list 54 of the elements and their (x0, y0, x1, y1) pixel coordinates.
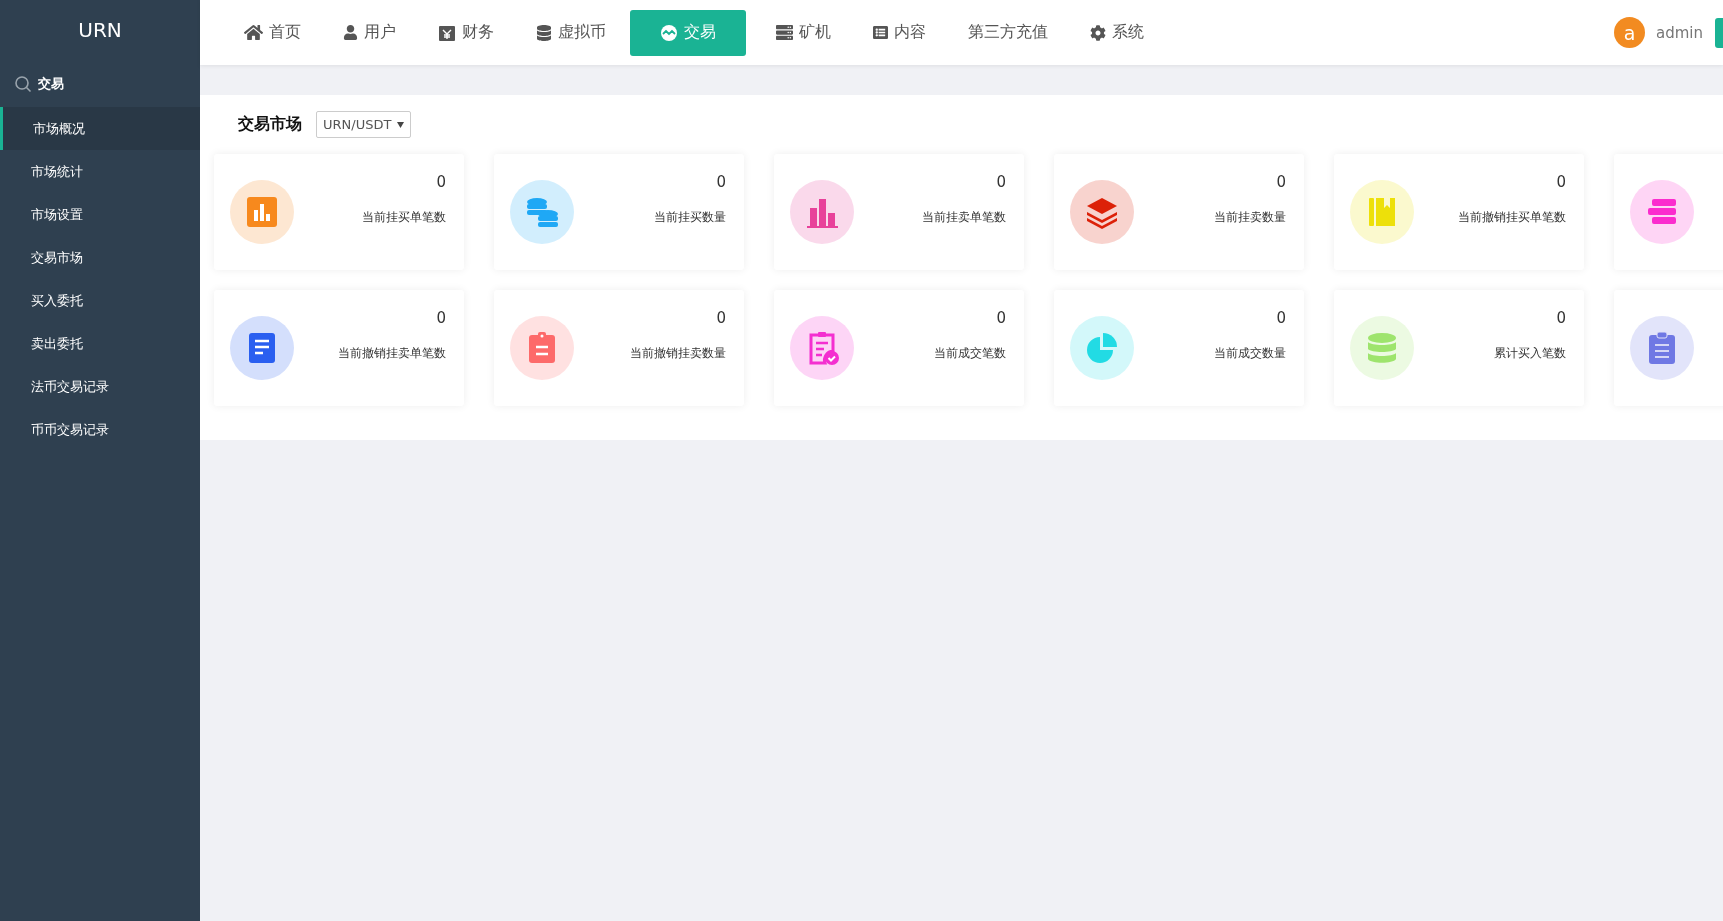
nav-tab[interactable]: 虚拟币 (518, 9, 624, 56)
header-button[interactable] (1715, 17, 1723, 48)
stat-label: 累计买入笔数 (1494, 344, 1566, 362)
stat-label: 当前挂卖数量 (1214, 208, 1286, 226)
brand-title: URN (77, 17, 123, 44)
user-icon (343, 25, 358, 40)
stat-value: 0 (1556, 308, 1566, 327)
stat-value: 0 (1276, 308, 1286, 327)
yen-box-icon (438, 23, 456, 42)
search-icon (14, 74, 32, 93)
panel-title: 交易市场 (238, 114, 302, 135)
stat-label: 当前挂买数量 (654, 208, 726, 226)
stat-value: 0 (996, 308, 1006, 327)
stat-label: 当前成交笔数 (934, 344, 1006, 362)
sidebar-item[interactable]: 法币交易记录 (0, 365, 200, 408)
nav-tab[interactable]: 首页 (226, 9, 319, 56)
nav-tab[interactable]: 内容 (855, 9, 944, 56)
sidebar-item[interactable]: 买入委托 (0, 279, 200, 322)
server-icon (776, 24, 793, 41)
sidebar-item[interactable]: 币币交易记录 (0, 408, 200, 451)
nav-tab[interactable]: 财务 (420, 9, 512, 56)
sidebar-item[interactable]: 市场设置 (0, 193, 200, 236)
pair-select[interactable]: URN/USDT (316, 111, 412, 138)
nav-tab[interactable]: 用户 (325, 9, 414, 56)
nav-tab[interactable]: 系统 (1072, 9, 1162, 56)
stat-value: 0 (1556, 172, 1566, 191)
stat-label: 当前挂买单笔数 (362, 208, 446, 226)
caret-icon (397, 121, 405, 128)
nav-tab[interactable]: 第三方充值 (950, 9, 1066, 56)
stat-label: 当前撤销挂卖数量 (630, 344, 726, 362)
section-title: 交易 (38, 74, 64, 93)
sidebar-item[interactable]: 卖出委托 (0, 322, 200, 365)
stat-value: 0 (436, 172, 446, 191)
stat-value: 0 (716, 308, 726, 327)
nav-tab[interactable]: 矿机 (758, 9, 849, 56)
wave-icon (660, 23, 678, 42)
settings-icon (1090, 24, 1106, 41)
sidebar-item[interactable]: 市场统计 (0, 150, 200, 193)
stat-value: 0 (1276, 172, 1286, 191)
stat-label: 当前成交数量 (1214, 344, 1286, 362)
stat-label: 当前撤销挂买单笔数 (1458, 208, 1566, 226)
list-icon (873, 25, 888, 40)
bar-chart-icon (244, 194, 280, 230)
sidebar-item[interactable]: 交易市场 (0, 236, 200, 279)
stat-label: 当前挂卖单笔数 (922, 208, 1006, 226)
home-icon (244, 23, 263, 42)
stat-value: 0 (996, 172, 1006, 191)
stat-label: 当前撤销挂卖单笔数 (338, 344, 446, 362)
user-name[interactable]: admin (1656, 23, 1703, 42)
pie-chart-icon (1084, 330, 1120, 366)
stat-value: 0 (436, 308, 446, 327)
stat-value: 0 (716, 172, 726, 191)
database-icon (536, 24, 552, 41)
sidebar-item[interactable]: 市场概况 (0, 107, 200, 150)
